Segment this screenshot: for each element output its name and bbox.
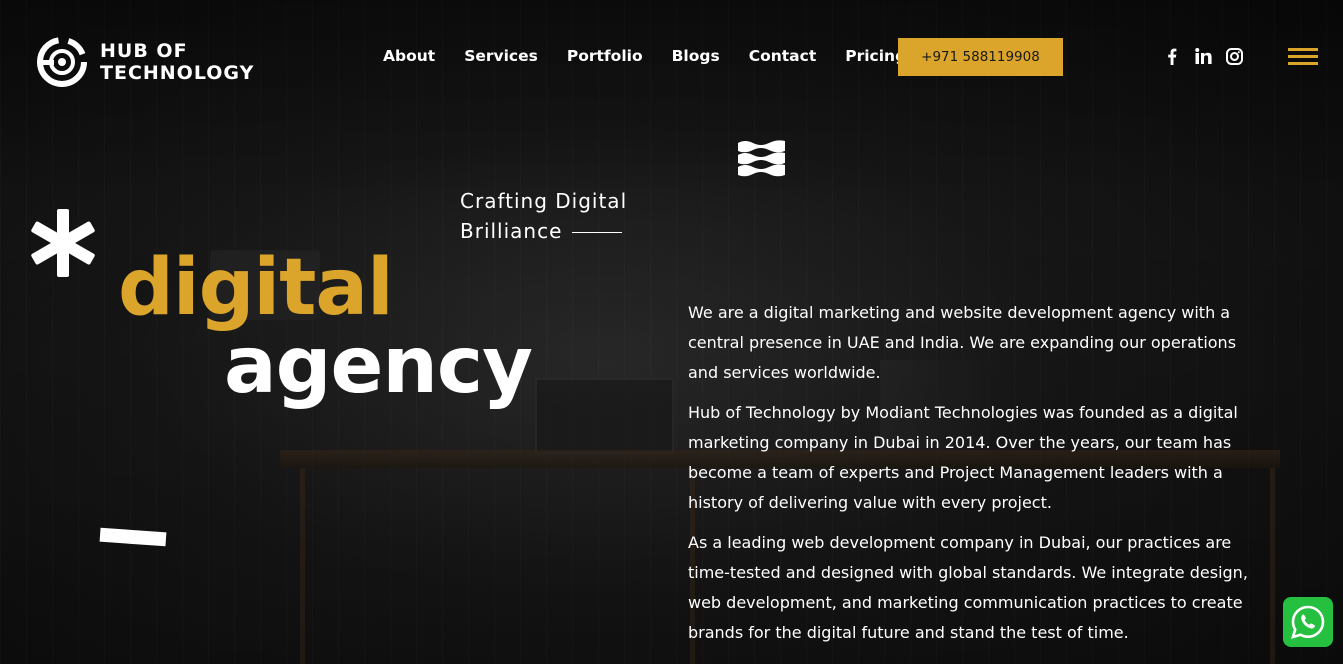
tagline-line1: Crafting Digital [460, 189, 628, 213]
phone-call-button[interactable]: +971 588119908 [898, 38, 1063, 76]
nav-link-services[interactable]: Services [464, 47, 538, 65]
whatsapp-icon [1291, 605, 1325, 639]
hamburger-menu-icon[interactable] [1288, 48, 1318, 66]
about-paragraph: As a leading web development company in … [688, 533, 1248, 642]
logo-text-line1: HUB OF [100, 40, 188, 62]
instagram-icon[interactable] [1225, 47, 1243, 65]
wave-shape-icon [738, 140, 785, 177]
about-paragraph: We are a digital marketing and website d… [688, 303, 1237, 382]
logo-text-line2: TECHNOLOGY [100, 62, 255, 84]
asterisk-shape-icon [31, 209, 95, 277]
facebook-icon[interactable] [1163, 47, 1181, 65]
tagline-divider [572, 232, 623, 233]
about-section: We are a digital marketing and website d… [688, 298, 1248, 658]
main-nav: About Services Portfolio Blogs Contact P… [383, 47, 906, 65]
nav-link-about[interactable]: About [383, 47, 435, 65]
tagline-line2: Brilliance [460, 219, 563, 243]
nav-link-blogs[interactable]: Blogs [672, 47, 720, 65]
linkedin-icon[interactable] [1194, 47, 1212, 65]
site-logo[interactable]: HUB OF TECHNOLOGY [36, 36, 254, 88]
about-paragraph: Hub of Technology by Modiant Technologie… [688, 403, 1238, 512]
hero-word-agency: agency [224, 321, 533, 411]
nav-link-contact[interactable]: Contact [749, 47, 817, 65]
logo-mark-icon [37, 37, 87, 87]
hero-tagline: Crafting Digital Brilliance [460, 186, 627, 246]
tagline-line2-wrap: Brilliance [460, 216, 627, 246]
social-links [1163, 47, 1243, 65]
whatsapp-chat-button[interactable] [1283, 597, 1333, 647]
logo-text: HUB OF TECHNOLOGY [100, 40, 254, 84]
nav-link-portfolio[interactable]: Portfolio [567, 47, 643, 65]
